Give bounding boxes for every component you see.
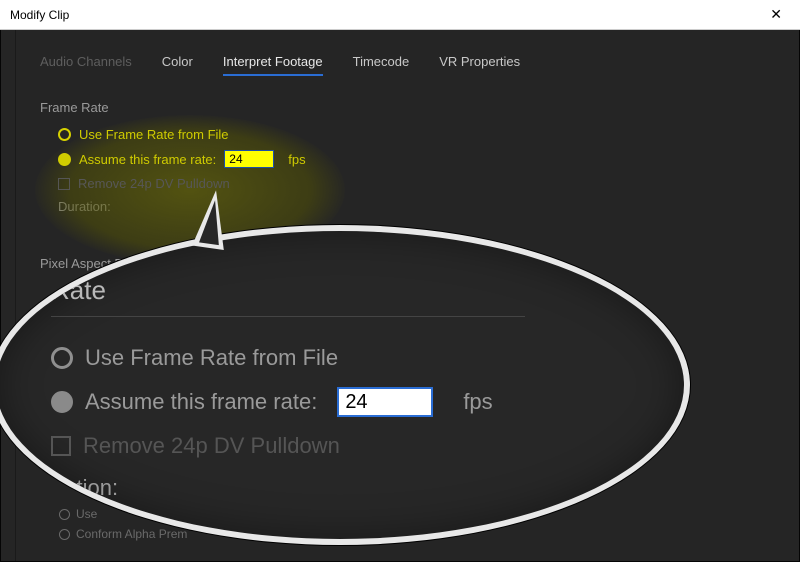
tab-vr-properties[interactable]: VR Properties xyxy=(439,54,520,76)
fps-input[interactable] xyxy=(224,150,274,168)
assume-frame-rate-label: Assume this frame rate: xyxy=(79,152,216,167)
radio-use-from-file[interactable] xyxy=(58,128,71,141)
duration-label: Duration: xyxy=(58,199,771,214)
radio-alpha-conform[interactable] xyxy=(59,529,70,540)
tab-bar: Audio Channels Color Interpret Footage T… xyxy=(40,54,771,76)
radio-assume-frame-rate[interactable] xyxy=(58,153,71,166)
callout-checkbox-pulldown xyxy=(51,436,71,456)
titlebar: Modify Clip ✕ xyxy=(0,0,800,30)
callout-use-from-file-label: Use Frame Rate from File xyxy=(85,345,338,371)
callout-remove-pulldown-label: Remove 24p DV Pulldown xyxy=(83,433,340,459)
callout-radio-use-from-file[interactable] xyxy=(51,347,73,369)
close-icon[interactable]: ✕ xyxy=(762,6,790,23)
radio-alpha-use[interactable] xyxy=(59,509,70,520)
frame-rate-group: Use Frame Rate from File Assume this fra… xyxy=(40,127,771,214)
fps-unit: fps xyxy=(288,152,305,167)
window-title: Modify Clip xyxy=(10,8,762,22)
callout-heading: Rate xyxy=(51,275,644,306)
tab-interpret-footage[interactable]: Interpret Footage xyxy=(223,54,323,76)
tab-timecode[interactable]: Timecode xyxy=(353,54,410,76)
use-from-file-label: Use Frame Rate from File xyxy=(79,127,229,142)
callout-fps-unit: fps xyxy=(463,389,492,415)
callout-duration-label: ration: xyxy=(57,475,644,501)
callout-radio-assume[interactable] xyxy=(51,391,73,413)
frame-rate-heading: Frame Rate xyxy=(40,100,771,115)
callout-assume-label: Assume this frame rate: xyxy=(85,389,317,415)
callout-divider xyxy=(51,316,525,317)
tab-color[interactable]: Color xyxy=(162,54,193,76)
zoom-callout: Rate Use Frame Rate from File Assume thi… xyxy=(0,225,690,545)
tab-audio-channels: Audio Channels xyxy=(40,54,132,76)
alpha-conform-label: Conform Alpha Prem xyxy=(76,527,187,541)
callout-fps-input[interactable] xyxy=(337,387,433,417)
checkbox-remove-pulldown xyxy=(58,178,70,190)
alpha-use-label: Use xyxy=(76,507,97,521)
